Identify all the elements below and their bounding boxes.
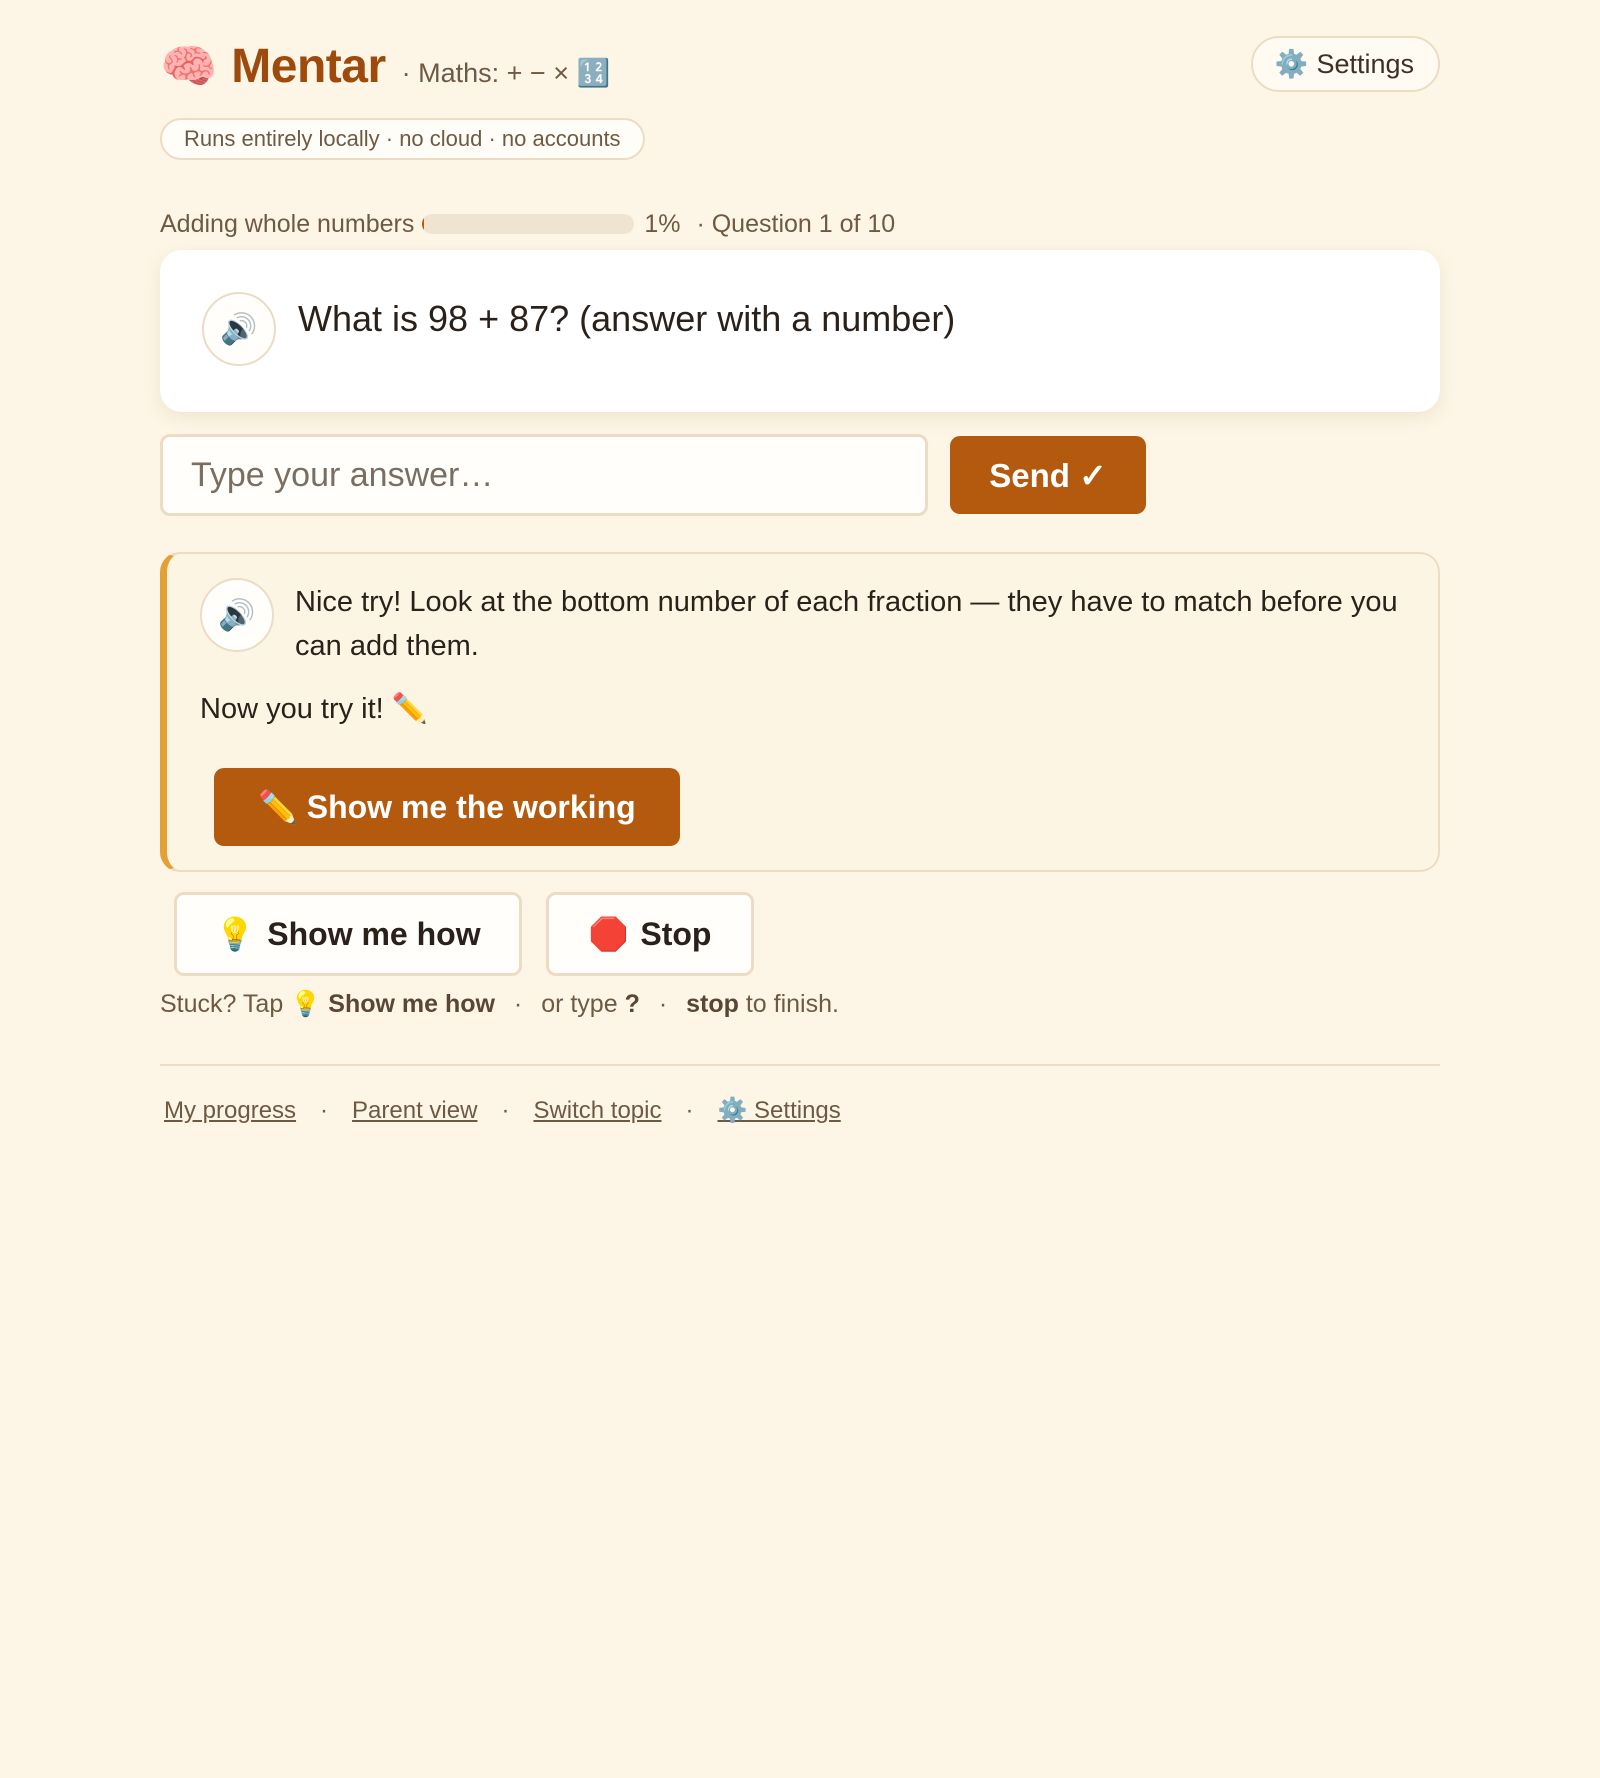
help-hint: Stuck? Tap 💡 Show me how · or type ? · s…	[160, 990, 839, 1019]
hint-help: Show me how	[328, 990, 495, 1018]
stop-sign-icon: 🛑	[588, 916, 629, 952]
brain-icon: 🧠	[160, 40, 218, 92]
switch-topic-link[interactable]: Switch topic	[533, 1097, 661, 1125]
feedback-card: 🔊 Nice try! Look at the bottom number of…	[160, 552, 1440, 872]
header: 🧠 Mentar · Maths: + − × 🔢 ⚙️ Settings	[160, 36, 1440, 96]
privacy-badge: Runs entirely locally · no cloud · no ac…	[160, 118, 645, 160]
brand: 🧠 Mentar · Maths: + − × 🔢	[160, 36, 610, 103]
footer-divider	[160, 1064, 1440, 1066]
hint-suffix: to finish.	[745, 990, 839, 1018]
stop-button[interactable]: 🛑 Stop	[546, 892, 754, 976]
settings-button[interactable]: ⚙️ Settings	[1250, 36, 1440, 92]
footer-separator: ·	[320, 1096, 329, 1124]
lightbulb-icon: 💡	[215, 916, 256, 952]
settings-link[interactable]: ⚙️ Settings	[718, 1096, 841, 1125]
hint-separator: ·	[513, 990, 523, 1018]
speaker-icon[interactable]: 🔊	[202, 292, 276, 366]
question-text: What is 98 + 87? (answer with a number)	[298, 298, 956, 339]
hint-separator: ·	[658, 990, 668, 1018]
progress-percent: 1%	[644, 209, 681, 238]
send-button[interactable]: Send ✓	[950, 436, 1146, 514]
stop-label: Stop	[640, 915, 712, 952]
question-card: 🔊 What is 98 + 87? (answer with a number…	[160, 250, 1440, 412]
app-subtitle: · Maths: + − × 🔢	[401, 58, 611, 88]
footer-separator: ·	[685, 1096, 694, 1124]
answer-input[interactable]	[160, 434, 928, 516]
hint-stop: stop	[686, 990, 739, 1018]
hint-or-type: or type	[541, 990, 618, 1018]
feedback-message: Nice try! Look at the bottom number of e…	[295, 586, 1398, 662]
hint-prefix: Stuck? Tap 💡	[160, 990, 322, 1018]
progress-bar	[422, 214, 635, 234]
progress-row: Adding whole numbers 1% · Question 1 of …	[160, 206, 895, 242]
show-working-button[interactable]: ✏️ Show me the working	[214, 768, 680, 846]
show-me-how-button[interactable]: 💡 Show me how	[174, 892, 522, 976]
feedback-prompt: Now you try it! ✏️	[200, 693, 428, 725]
topic-label: Adding whole numbers	[160, 209, 415, 238]
footer-nav: My progress · Parent view · Switch topic…	[164, 1096, 841, 1125]
settings-label: Settings	[1316, 48, 1414, 79]
progress-bar-fill	[422, 214, 425, 234]
speaker-icon[interactable]: 🔊	[200, 578, 274, 652]
gear-icon: ⚙️	[1274, 49, 1309, 79]
question-counter: · Question 1 of 10	[696, 209, 896, 238]
parent-view-link[interactable]: Parent view	[352, 1097, 477, 1125]
app-title: Mentar	[231, 40, 386, 93]
hint-question-mark: ?	[624, 990, 640, 1018]
show-me-how-label: Show me how	[267, 915, 481, 952]
footer-separator: ·	[501, 1096, 510, 1124]
my-progress-link[interactable]: My progress	[164, 1097, 296, 1125]
